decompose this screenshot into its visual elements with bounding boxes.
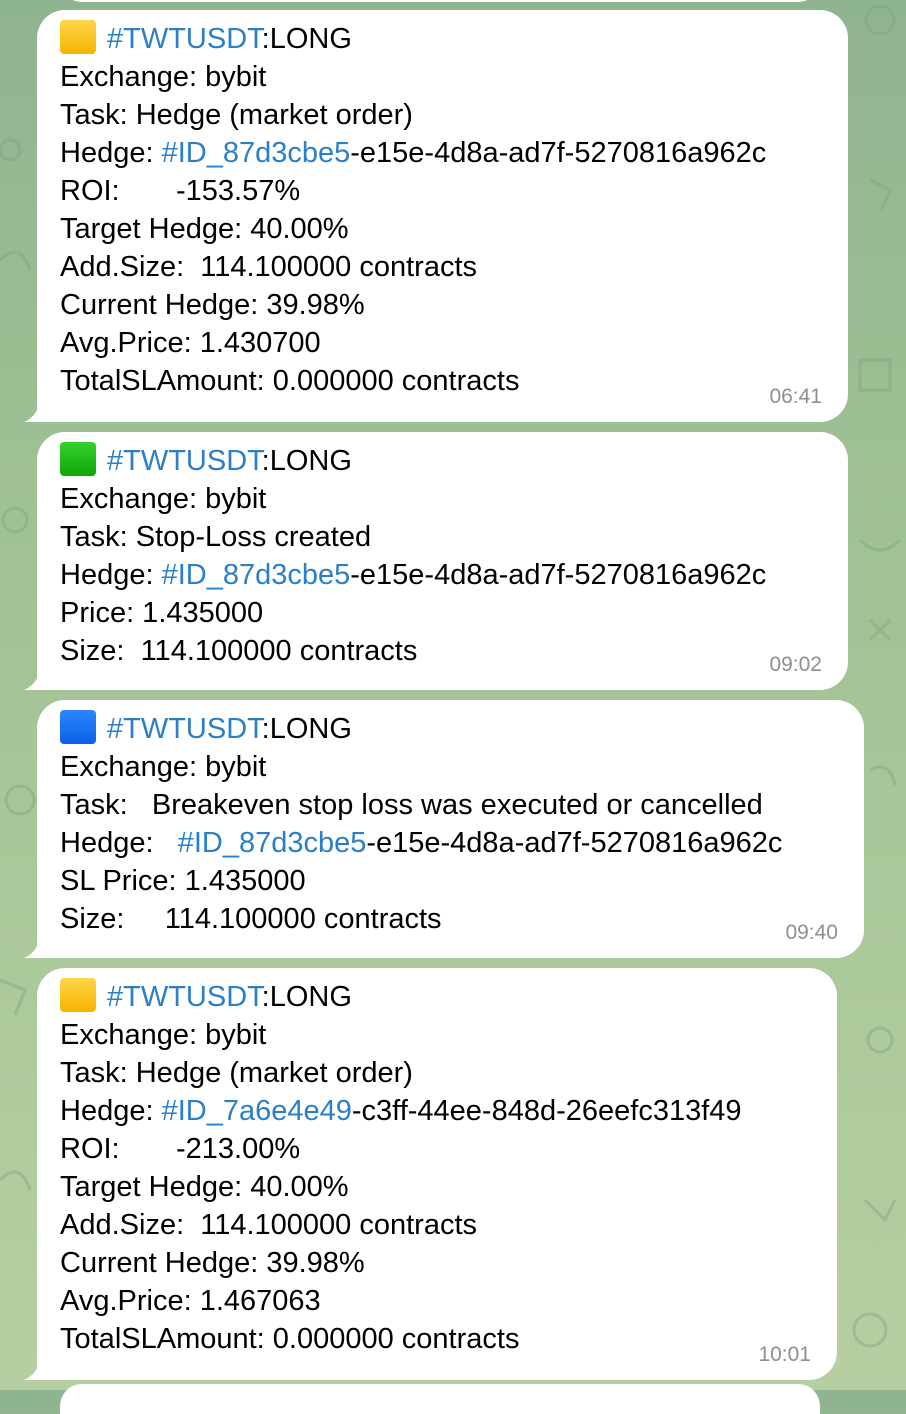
hedge-id-suffix: -e15e-4d8a-ad7f-5270816a962c xyxy=(366,827,783,859)
message-line: Target Hedge: 40.00% xyxy=(60,1171,349,1203)
bubble-tail xyxy=(24,936,50,958)
yellow-square-icon xyxy=(60,978,96,1012)
message-line: Add.Size: 114.100000 contracts xyxy=(60,251,478,283)
message-header: #TWTUSDT:LONG xyxy=(60,978,837,1016)
hedge-label: Hedge: xyxy=(60,827,178,859)
message-line: ROI: -153.57% xyxy=(60,175,301,207)
hedge-id-link[interactable]: #ID_87d3cbe5 xyxy=(178,827,367,859)
message-line: Exchange: bybit xyxy=(60,1019,267,1051)
direction-label: :LONG xyxy=(261,981,352,1013)
hedge-id-line: Hedge: #ID_87d3cbe5-e15e-4d8a-ad7f-52708… xyxy=(60,134,848,172)
message-line: Task: Hedge (market order) xyxy=(60,1057,413,1089)
hedge-id-line: Hedge: #ID_7a6e4e49-c3ff-44ee-848d-26eef… xyxy=(60,1092,837,1130)
message-line: Current Hedge: 39.98% xyxy=(60,1247,365,1279)
message-line: Current Hedge: 39.98% xyxy=(60,289,365,321)
message-bubble[interactable]: #TWTUSDT:LONG Exchange: bybit Task: Stop-L… xyxy=(24,432,848,690)
bubble-tail xyxy=(24,400,50,422)
message-line: Task: Breakeven stop loss was executed o… xyxy=(60,789,763,821)
hashtag-link[interactable]: #TWTUSDT xyxy=(107,713,262,745)
hashtag-link[interactable]: #TWTUSDT xyxy=(107,23,262,55)
message-line: ROI: -213.00% xyxy=(60,1133,301,1165)
message-header: #TWTUSDT:LONG xyxy=(60,20,848,58)
next-message-bubble xyxy=(60,1384,820,1414)
message-timestamp: 09:40 xyxy=(785,921,838,944)
yellow-square-icon xyxy=(60,20,96,54)
message-header: #TWTUSDT:LONG xyxy=(60,710,864,748)
message-line: Add.Size: 114.100000 contracts xyxy=(60,1209,478,1241)
message-line: Task: Hedge (market order) xyxy=(60,99,413,131)
hedge-id-line: Hedge: #ID_87d3cbe5-e15e-4d8a-ad7f-52708… xyxy=(60,824,864,862)
hedge-label: Hedge: xyxy=(60,1095,162,1127)
bubble-tail xyxy=(24,668,50,690)
hedge-id-link[interactable]: #ID_7a6e4e49 xyxy=(162,1095,352,1127)
message-line: Task: Stop-Loss created xyxy=(60,521,372,553)
direction-label: :LONG xyxy=(261,713,352,745)
hedge-id-suffix: -c3ff-44ee-848d-26eefc313f49 xyxy=(351,1095,742,1127)
message-line: Size: 114.100000 contracts xyxy=(60,635,418,667)
hedge-id-suffix: -e15e-4d8a-ad7f-5270816a962c xyxy=(350,559,767,591)
message-line: Price: 1.435000 xyxy=(60,597,264,629)
message-line: Size: 114.100000 contracts xyxy=(60,903,442,935)
hedge-id-link[interactable]: #ID_87d3cbe5 xyxy=(162,559,351,591)
blue-square-icon xyxy=(60,710,96,744)
bubble-tail xyxy=(24,1358,50,1380)
message-timestamp: 10:01 xyxy=(758,1343,811,1366)
message-line: TotalSLAmount: 0.000000 contracts xyxy=(60,1323,520,1355)
hashtag-link[interactable]: #TWTUSDT xyxy=(107,445,262,477)
hashtag-link[interactable]: #TWTUSDT xyxy=(107,981,262,1013)
message-line: Avg.Price: 1.430700 xyxy=(60,327,321,359)
previous-message-bubble xyxy=(60,0,820,2)
message-bubble[interactable]: #TWTUSDT:LONG Exchange: bybit Task: Breake… xyxy=(24,700,864,958)
direction-label: :LONG xyxy=(261,445,352,477)
message-line: SL Price: 1.435000 xyxy=(60,865,306,897)
message-timestamp: 06:41 xyxy=(769,385,822,408)
hedge-label: Hedge: xyxy=(60,137,162,169)
direction-label: :LONG xyxy=(261,23,352,55)
hedge-id-suffix: -e15e-4d8a-ad7f-5270816a962c xyxy=(350,137,767,169)
message-line: TotalSLAmount: 0.000000 contracts xyxy=(60,365,520,397)
green-square-icon xyxy=(60,442,96,476)
message-header: #TWTUSDT:LONG xyxy=(60,442,848,480)
message-line: Target Hedge: 40.00% xyxy=(60,213,349,245)
hedge-label: Hedge: xyxy=(60,559,162,591)
hedge-id-line: Hedge: #ID_87d3cbe5-e15e-4d8a-ad7f-52708… xyxy=(60,556,848,594)
message-line: Exchange: bybit xyxy=(60,61,267,93)
message-line: Exchange: bybit xyxy=(60,751,267,783)
hedge-id-link[interactable]: #ID_87d3cbe5 xyxy=(162,137,351,169)
message-line: Avg.Price: 1.467063 xyxy=(60,1285,321,1317)
message-bubble[interactable]: #TWTUSDT:LONG Exchange: bybit Task: Hedge … xyxy=(24,968,837,1380)
message-bubble[interactable]: #TWTUSDT:LONG Exchange: bybit Task: Hedge … xyxy=(24,10,848,422)
message-timestamp: 09:02 xyxy=(769,653,822,676)
message-line: Exchange: bybit xyxy=(60,483,267,515)
